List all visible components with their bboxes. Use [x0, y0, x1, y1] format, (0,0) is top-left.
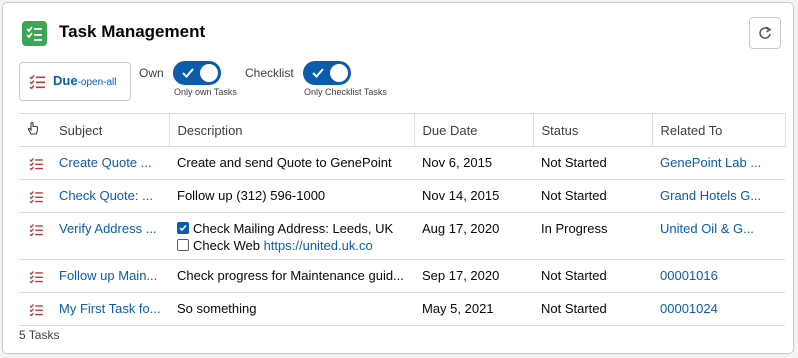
checklist-checkbox-checked[interactable] [177, 222, 189, 234]
checklist-item: Check Web https://united.uk.co [177, 238, 406, 253]
checklist-item: Check Mailing Address: Leeds, UK [177, 221, 406, 238]
column-header-description[interactable]: Description [168, 113, 414, 147]
due-date-cell: Sep 17, 2020 [414, 259, 533, 293]
task-list-icon [29, 75, 45, 89]
related-to-link[interactable]: 00001016 [660, 268, 718, 283]
task-icon [29, 158, 43, 171]
checklist-toggle-help: Only Checklist Tasks [304, 87, 387, 97]
status-cell: Not Started [533, 259, 652, 293]
table-row: Follow up Main... Check progress for Mai… [19, 259, 785, 293]
table-row: Check Quote: ... Follow up (312) 596-100… [19, 179, 785, 213]
tasks-table: Subject Description Due Date Status Rela… [19, 113, 786, 326]
column-header-status[interactable]: Status [532, 113, 652, 147]
due-date-cell: Nov 14, 2015 [414, 179, 533, 213]
task-icon [29, 191, 43, 204]
subject-link[interactable]: Verify Address ... [59, 221, 157, 236]
table-row: Create Quote ... Create and send Quote t… [19, 146, 785, 180]
subject-link[interactable]: Create Quote ... [59, 155, 152, 170]
task-icon [29, 304, 43, 317]
table-row: My First Task fo... So something May 5, … [19, 292, 785, 326]
checklist-item-text: Check Mailing Address: Leeds, UK [193, 221, 394, 236]
due-date-cell: Aug 17, 2020 [414, 212, 533, 260]
toggle-knob [200, 64, 218, 82]
due-date-cell: Nov 6, 2015 [414, 146, 533, 180]
check-icon [312, 68, 324, 78]
own-toggle-help: Only own Tasks [174, 87, 237, 97]
check-icon [182, 68, 194, 78]
related-to-link[interactable]: Grand Hotels G... [660, 188, 761, 203]
column-header-related-to[interactable]: Related To [651, 113, 786, 147]
related-to-link[interactable]: GenePoint Lab ... [660, 155, 761, 170]
subject-link[interactable]: My First Task fo... [59, 301, 161, 316]
filter-label: Due-open-all [53, 73, 117, 88]
column-header-due-date[interactable]: Due Date [413, 113, 533, 147]
related-to-link[interactable]: 00001024 [660, 301, 718, 316]
related-to-link[interactable]: United Oil & G... [660, 221, 754, 236]
filter-sub-label: -open-all [77, 77, 117, 88]
checklist-toggle-label: Checklist [245, 66, 294, 80]
task-icon [29, 224, 43, 237]
hand-pointer-icon [27, 121, 39, 135]
checklist-toggle[interactable] [303, 61, 351, 85]
task-icon [29, 271, 43, 284]
description-cell: Follow up (312) 596-1000 [169, 179, 414, 213]
due-date-cell: May 5, 2021 [414, 292, 533, 326]
description-cell: Create and send Quote to GenePoint [169, 146, 414, 180]
own-toggle[interactable] [173, 61, 221, 85]
table-row: Verify Address ... Check Mailing Address… [19, 212, 785, 260]
task-management-card: Task Management Due-open-all Own Only ow… [2, 2, 794, 354]
filter-button[interactable]: Due-open-all [19, 62, 131, 101]
toggle-knob [330, 64, 348, 82]
checklist-checkbox-unchecked[interactable] [177, 239, 189, 251]
status-cell: Not Started [533, 292, 652, 326]
refresh-button[interactable] [749, 17, 781, 49]
page-title: Task Management [59, 22, 206, 41]
column-header-subject[interactable]: Subject [51, 113, 169, 147]
refresh-icon [759, 26, 772, 39]
status-cell: Not Started [533, 146, 652, 180]
subject-link[interactable]: Check Quote: ... [59, 188, 153, 203]
own-toggle-label: Own [139, 66, 164, 80]
task-count: 5 Tasks [19, 328, 60, 342]
subject-link[interactable]: Follow up Main... [59, 268, 157, 283]
description-cell: Check progress for Maintenance guid... [169, 259, 414, 293]
checklist-icon [22, 21, 47, 46]
status-cell: In Progress [533, 212, 652, 260]
description-checklist: Check Mailing Address: Leeds, UK Check W… [169, 212, 414, 260]
column-header-drag[interactable] [19, 113, 51, 147]
status-cell: Not Started [533, 179, 652, 213]
checklist-item-link[interactable]: https://united.uk.co [264, 238, 373, 253]
description-cell: So something [169, 292, 414, 326]
checklist-item-text: Check Web [193, 238, 264, 253]
